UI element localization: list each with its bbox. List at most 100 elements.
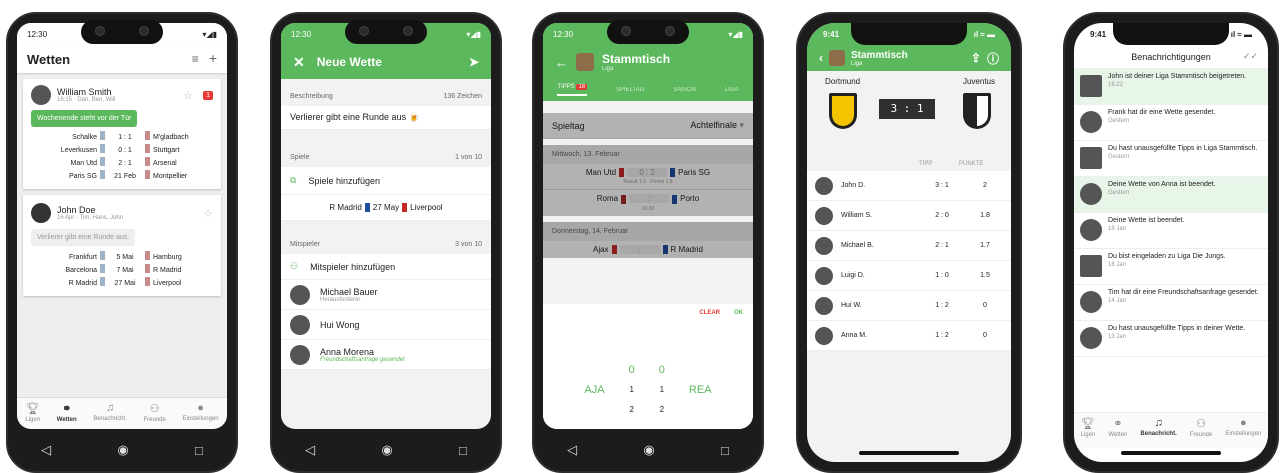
bet-card[interactable]: John Doe 16 Apr · Tim, Hans, John ☆ Verli… [23, 195, 221, 296]
back-arrow-icon[interactable]: ← [555, 55, 568, 70]
clear-button[interactable]: CLEAR [699, 310, 720, 316]
back-icon[interactable]: ◁ [41, 442, 51, 458]
info-icon[interactable]: ⓘ [987, 50, 999, 67]
picker-option[interactable]: 1 [659, 380, 665, 400]
back-icon[interactable]: ◁ [305, 442, 315, 458]
phone-league-tips: 12:30 ▾◢▮ ← Stammtisch Liga TIPPS 16 SPIEL… [532, 12, 764, 473]
nav-einstellungen[interactable]: ● Einstellungen [183, 398, 219, 429]
share-icon[interactable]: ⇪ [971, 51, 981, 65]
notification-item[interactable]: Deine Wette ist beendet. 18 Jan [1074, 213, 1268, 249]
player-points: 0 [983, 332, 987, 339]
tab-saison[interactable]: SAISON [673, 87, 696, 93]
nav-wetten[interactable]: ⚭ Wetten [1108, 413, 1127, 448]
match-row[interactable]: Man Utd 0 : 2 Paris SG Result 1:3 · Points… [543, 164, 753, 191]
android-nav: ◁ ◉ □ [8, 429, 236, 471]
dortmund-crest-icon [829, 93, 857, 129]
match-row[interactable]: Ajax: R Madrid [543, 240, 753, 259]
league-logo [829, 50, 845, 66]
player-row[interactable]: Anna Morena Freundschaftsanfrage gesendet [281, 340, 491, 370]
home-score-wheel[interactable]: 012 [629, 360, 635, 420]
match-score: 2 : 1 [118, 160, 132, 167]
match-row[interactable]: Roma: Porto 19:30 [543, 190, 753, 216]
picker-option[interactable]: 0 [659, 360, 665, 380]
tab-spieltag[interactable]: SPIELTAG [616, 87, 644, 93]
ok-button[interactable]: OK [734, 310, 743, 316]
star-icon[interactable]: ☆ [183, 89, 193, 102]
avatar [1080, 291, 1102, 313]
home-icon[interactable]: ◉ [381, 442, 392, 458]
notification-item[interactable]: Tim hat dir eine Freundschaftsanfrage ge… [1074, 285, 1268, 321]
back-chevron-icon[interactable]: ‹ [819, 51, 823, 65]
page-title: Stammtisch [851, 49, 908, 61]
back-icon[interactable]: ◁ [567, 442, 577, 458]
avatar [1080, 183, 1102, 205]
players-label: Mitspieler [290, 241, 320, 248]
home-team-code: AJA [584, 384, 605, 396]
table-row[interactable]: Luigi D. 1 : 0 1.5 [807, 261, 1011, 291]
nav-freunde[interactable]: ⚇ Freunde [1190, 413, 1212, 448]
notification-item[interactable]: Du bist eingeladen zu Liga Die Jungs. 18 … [1074, 249, 1268, 285]
avatar [1080, 219, 1102, 241]
description-field[interactable]: Verlierer gibt eine Runde aus 🍺 [281, 106, 491, 130]
notification-time: 18 Jan [1108, 226, 1127, 232]
picker-option[interactable]: 1 [629, 380, 635, 400]
filter-icon[interactable]: ≡ [192, 52, 199, 66]
table-row[interactable]: William S. 2 : 0 1.8 [807, 201, 1011, 231]
notification-item[interactable]: Frank hat dir eine Wette gesendet. Gester… [1074, 105, 1268, 141]
trophy-icon: 🏆︎ [25, 403, 40, 415]
table-row[interactable]: Anna M. 1 : 2 0 [807, 321, 1011, 351]
match-line: Man Utd 2 : 1 Arsenal [31, 157, 213, 170]
nav-benachrichtigungen[interactable]: ♫ Benachricht. [93, 398, 126, 429]
home-icon[interactable]: ◉ [643, 442, 654, 458]
add-players-button[interactable]: ⚇ Mitspieler hinzufügen [281, 254, 491, 280]
home-icon[interactable]: ◉ [117, 442, 128, 458]
mark-read-icon[interactable]: ✓✓ [1243, 51, 1258, 62]
table-row[interactable]: Michael B. 2 : 1 1.7 [807, 231, 1011, 261]
notification-item[interactable]: Du hast unausgefüllte Tipps in deiner We… [1074, 321, 1268, 357]
notification-time: Gestern [1108, 154, 1130, 160]
nav-freunde[interactable]: ⚇ Freunde [144, 398, 166, 429]
recents-icon[interactable]: □ [459, 443, 467, 458]
notification-item[interactable]: Du hast unausgefüllte Tipps in Liga Stam… [1074, 141, 1268, 177]
picker-option[interactable]: 2 [629, 400, 635, 420]
matchday-select[interactable]: Spieltag Achtelfinale ▾ [543, 113, 753, 139]
player-row[interactable]: Hui Wong [281, 310, 491, 340]
table-row[interactable]: Hui W. 1 : 2 0 [807, 291, 1011, 321]
page-title: Stammtisch [602, 52, 671, 66]
player-tipp: 2 : 0 [935, 212, 949, 219]
match-score: 0 : 1 [118, 147, 132, 154]
nav-ligen[interactable]: 🏆︎ Ligen [25, 398, 40, 429]
away-score-wheel[interactable]: 012 [659, 360, 665, 420]
add-icon[interactable]: + [209, 50, 217, 66]
close-icon[interactable]: ✕ [293, 54, 305, 71]
nav-wetten[interactable]: ⚭ Wetten [57, 398, 77, 429]
nav-benachrichtigungen[interactable]: ♫ Benachricht. [1140, 413, 1176, 448]
nav-ligen[interactable]: 🏆︎ Ligen [1081, 413, 1096, 448]
player-status: Herausforderer [320, 296, 361, 303]
game-row[interactable]: R Madrid 27 May Liverpool [281, 195, 491, 221]
match-line: Frankfurt 5 Mai Hamburg [31, 251, 213, 264]
table-row[interactable]: John D. 3 : 1 2 [807, 171, 1011, 201]
player-points: 2 [983, 182, 987, 189]
tab-tipps[interactable]: TIPPS 16 [557, 84, 588, 96]
player-name: William S. [841, 212, 873, 219]
recents-icon[interactable]: □ [721, 443, 729, 458]
notification-item[interactable]: John ist deiner Liga Stammtisch beigetre… [1074, 69, 1268, 105]
tab-liga[interactable]: LIGA [725, 87, 739, 93]
avatar [815, 266, 833, 285]
picker-option[interactable]: 0 [629, 360, 635, 380]
away-team-code: REA [688, 384, 712, 396]
player-row[interactable]: Michael Bauer Herausforderer [281, 280, 491, 310]
star-icon[interactable]: ☆ [203, 207, 213, 220]
picker-option[interactable]: 2 [659, 400, 665, 420]
nav-einstellungen[interactable]: ● Einstellungen [1225, 413, 1261, 448]
recents-icon[interactable]: □ [195, 443, 203, 458]
bet-card[interactable]: William Smith 16:15 · Dan, Ben, Will ☆ 1 … [23, 79, 221, 189]
add-games-button[interactable]: ⧉ Spiele hinzufügen [281, 167, 491, 195]
match-line: Schalke 1 : 1 M'gladbach [31, 131, 213, 144]
match-line: R Madrid 27 Mai Liverpool [31, 277, 213, 290]
notification-item[interactable]: Deine Wette von Anna ist beendet. Gestern [1074, 177, 1268, 213]
match-score: 7 Mai [116, 267, 134, 274]
player-points: 1.7 [980, 242, 990, 249]
send-icon[interactable]: ➤ [469, 55, 479, 69]
